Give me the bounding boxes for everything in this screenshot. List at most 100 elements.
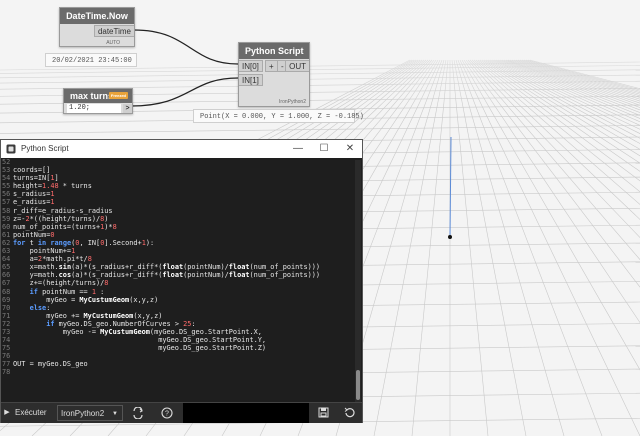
code-text: height=1.48 * turns: [13, 182, 92, 191]
code-line[interactable]: 70 else:: [1, 304, 353, 312]
code-text: turns=IN[1]: [13, 174, 59, 183]
svg-text:?: ?: [165, 411, 169, 418]
line-number: 72: [2, 319, 11, 328]
code-line[interactable]: 71 myGeo += MyCustumGeom(x,y,z): [1, 312, 353, 320]
code-text: x=math.sin(a)*(s_radius+r_diff*(float(po…: [13, 263, 321, 272]
input-port-0[interactable]: IN[0]: [239, 60, 263, 72]
code-text: s_radius=1: [13, 190, 55, 199]
code-text: else:: [29, 303, 51, 312]
output-port[interactable]: OUT: [285, 60, 309, 72]
line-number: 65: [2, 263, 11, 272]
line-number: 62: [2, 238, 11, 247]
code-line[interactable]: 78: [1, 368, 353, 376]
geometry-point: [448, 235, 452, 239]
datetime-preview: 20/02/2021 23:45:00: [45, 53, 137, 67]
lacing-label: AUTO: [106, 40, 120, 46]
code-line[interactable]: 62 for t in range(0, IN[0].Second+1):: [1, 239, 353, 247]
line-number: 60: [2, 222, 11, 231]
code-line[interactable]: 74 myGeo.DS_geo.StartPoint.Y,: [1, 336, 353, 344]
minimize-button[interactable]: —: [285, 140, 311, 158]
line-number: 78: [2, 368, 11, 377]
window-title: Python Script: [21, 144, 69, 153]
line-number: 75: [2, 344, 11, 353]
python-icon: [6, 144, 16, 154]
line-number: 52: [2, 158, 11, 166]
code-text: pointNum=0: [13, 230, 55, 239]
code-text: myGeo -= MyCustumGeom(myGeo.DS_geo.Start…: [13, 327, 262, 336]
code-line[interactable]: 66 y=math.cos(a)*(s_radius+r_diff*(float…: [1, 271, 353, 279]
code-line[interactable]: 52: [1, 158, 353, 166]
run-icon[interactable]: ▶: [3, 405, 11, 421]
code-text: z=-2*((height/turns)/8): [13, 214, 109, 223]
code-line[interactable]: 72 if myGeo.DS_geo.NumberOfCurves > 25:: [1, 320, 353, 328]
window-titlebar[interactable]: Python Script — ☐ ✕: [1, 140, 362, 158]
vertical-scrollbar[interactable]: [355, 160, 361, 404]
line-number: 66: [2, 271, 11, 280]
close-button[interactable]: ✕: [337, 140, 363, 158]
engine-select[interactable]: IronPython2 ▼: [57, 405, 123, 421]
code-editor[interactable]: 52 53 coords=[] 54 turns=IN[1] 55 height=1.48 …: [1, 158, 353, 406]
code-line[interactable]: 77 OUT = myGeo.DS_geo: [1, 360, 353, 368]
code-text: for t in range(0, IN[0].Second+1):: [13, 238, 155, 247]
add-input-button[interactable]: +: [265, 60, 278, 72]
code-lines[interactable]: 52 53 coords=[] 54 turns=IN[1] 55 height=1.48 …: [1, 158, 353, 406]
code-line[interactable]: 63 pointNum+=1: [1, 247, 353, 255]
save-icon[interactable]: [314, 405, 332, 421]
code-line[interactable]: 57 e_radius=1: [1, 198, 353, 206]
code-line[interactable]: 65 x=math.sin(a)*(s_radius+r_diff*(float…: [1, 263, 353, 271]
run-button[interactable]: Exécuter: [15, 405, 47, 421]
line-number: 64: [2, 255, 11, 264]
line-number: 54: [2, 174, 11, 183]
code-line[interactable]: 69 myGeo = MyCustumGeom(x,y,z): [1, 296, 353, 304]
code-line[interactable]: 58 r_diff=e_radius-s_radius: [1, 207, 353, 215]
code-line[interactable]: 59 z=-2*((height/turns)/8): [1, 215, 353, 223]
migration-icon[interactable]: [129, 405, 147, 421]
scrollbar-thumb[interactable]: [356, 370, 360, 400]
code-line[interactable]: 68 if pointNum == 1 :: [1, 288, 353, 296]
line-number: 61: [2, 230, 11, 239]
code-line[interactable]: 54 turns=IN[1]: [1, 174, 353, 182]
code-line[interactable]: 53 coords=[]: [1, 166, 353, 174]
code-line[interactable]: 60 num_of_points=(turns+1)*8: [1, 223, 353, 231]
code-line[interactable]: 56 s_radius=1: [1, 190, 353, 198]
code-line[interactable]: 75 myGeo.DS_geo.StartPoint.Z): [1, 344, 353, 352]
output-port[interactable]: >: [123, 104, 132, 113]
node-title: Python Script: [239, 43, 309, 59]
python-editor-window[interactable]: Python Script — ☐ ✕ 52 53 coords=[] 54 turns…: [0, 139, 363, 423]
max-turns-node[interactable]: max turns Freezed 1.20; >: [63, 88, 133, 114]
line-number: 58: [2, 206, 11, 215]
engine-select-value: IronPython2: [61, 409, 105, 418]
line-number: 56: [2, 190, 11, 199]
code-block-input[interactable]: 1.20;: [67, 104, 121, 113]
node-title: DateTime.Now: [60, 8, 134, 24]
code-line[interactable]: 64 a=2*math.pi*t/8: [1, 255, 353, 263]
code-line[interactable]: 67 z+=(height/turns)/8: [1, 279, 353, 287]
code-text: myGeo.DS_geo.StartPoint.Y,: [13, 336, 267, 345]
line-number: 70: [2, 303, 11, 312]
input-port-1[interactable]: IN[1]: [239, 74, 263, 86]
code-text: num_of_points=(turns+1)*8: [13, 222, 117, 231]
line-number: 57: [2, 198, 11, 207]
help-icon[interactable]: ?: [158, 405, 176, 421]
line-number: 59: [2, 214, 11, 223]
freeze-badge: Freezed: [108, 92, 128, 99]
code-line[interactable]: 73 myGeo -= MyCustumGeom(myGeo.DS_geo.St…: [1, 328, 353, 336]
code-line[interactable]: 76: [1, 352, 353, 360]
code-line[interactable]: 55 height=1.48 * turns: [1, 182, 353, 190]
code-text: if pointNum == 1 :: [29, 287, 105, 296]
line-number: 67: [2, 279, 11, 288]
engine-dropdown-icon: ▼: [112, 411, 118, 417]
line-number: 68: [2, 287, 11, 296]
code-text: pointNum+=1: [13, 247, 76, 256]
code-text: a=2*math.pi*t/8: [13, 255, 92, 264]
python-script-node[interactable]: Python Script IN[0] + - OUT IN[1] IronPy…: [238, 42, 310, 107]
line-number: 55: [2, 182, 11, 191]
node-title: max turns Freezed: [64, 89, 132, 103]
code-line[interactable]: 61 pointNum=0: [1, 231, 353, 239]
datetime-now-node[interactable]: DateTime.Now dateTime AUTO: [59, 7, 135, 47]
code-text: y=math.cos(a)*(s_radius+r_diff*(float(po…: [13, 271, 321, 280]
line-number: 77: [2, 360, 11, 369]
revert-icon[interactable]: [340, 405, 358, 421]
datetime-output-port[interactable]: dateTime: [93, 25, 134, 37]
maximize-button[interactable]: ☐: [311, 140, 337, 158]
